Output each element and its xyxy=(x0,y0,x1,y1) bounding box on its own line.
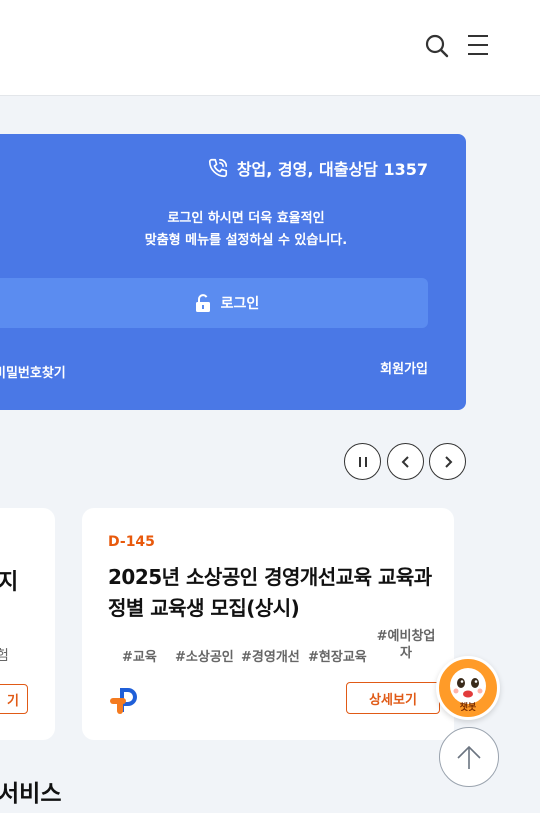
card-main[interactable]: D-145 2025년 소상공인 경영개선교육 교육과정별 교육생 모집(상시)… xyxy=(82,508,454,740)
section-title: 서비스 xyxy=(0,781,62,807)
chevron-left-icon xyxy=(401,455,409,468)
login-message-line1: 로그인 하시면 더욱 효율적인 xyxy=(167,211,325,226)
tag-item[interactable]: #교육 xyxy=(122,646,157,665)
unlock-icon xyxy=(195,294,210,312)
login-message: 로그인 하시면 더욱 효율적인 맞춤형 메뉴를 설정하실 수 있습니다. xyxy=(0,208,466,252)
carousel-next-button[interactable] xyxy=(429,443,466,480)
chatbot-button[interactable]: 챗봇 xyxy=(436,656,500,720)
arrow-up-icon xyxy=(457,745,481,769)
phone-consult[interactable]: 창업, 경영, 대출상담 1357 xyxy=(207,156,428,180)
search-icon[interactable] xyxy=(424,33,450,59)
find-password-link[interactable]: 비밀번호찾기 xyxy=(0,362,66,381)
header xyxy=(0,0,540,96)
carousel-pause-button[interactable] xyxy=(344,443,381,480)
carousel-prev-button[interactable] xyxy=(387,443,424,480)
card-previous[interactable]: 지 험 기 xyxy=(0,508,55,740)
dday-badge: D-145 xyxy=(108,534,155,550)
chatbot-label: 챗봇 xyxy=(459,703,477,713)
login-label: 로그인 xyxy=(220,296,260,312)
tag-item[interactable]: #경영개선 xyxy=(241,646,300,665)
login-card: 창업, 경영, 대출상담 1357 로그인 하시면 더욱 효율적인 맞춤형 메뉴… xyxy=(0,134,466,410)
hamburger-menu-icon[interactable] xyxy=(466,33,490,57)
scroll-top-button[interactable] xyxy=(439,727,499,787)
organization-logo-icon xyxy=(110,688,137,714)
tag-item[interactable]: #예비창업자 xyxy=(374,628,438,662)
login-message-line2: 맞춤형 메뉴를 설정하실 수 있습니다. xyxy=(144,233,348,248)
card-previous-detail-button[interactable]: 기 xyxy=(0,684,28,714)
pause-icon xyxy=(358,456,367,467)
card-previous-tag: 험 xyxy=(0,648,9,664)
chevron-right-icon xyxy=(444,455,452,468)
card-previous-title: 지 xyxy=(0,570,19,595)
signup-link[interactable]: 회원가입 xyxy=(380,358,428,377)
phone-icon xyxy=(208,158,227,178)
login-button[interactable]: 로그인 xyxy=(0,278,428,328)
tag-item[interactable]: #현장교육 xyxy=(308,646,367,665)
phone-text: 창업, 경영, 대출상담 1357 xyxy=(236,160,428,179)
detail-button[interactable]: 상세보기 xyxy=(346,682,440,714)
tag-item[interactable]: #소상공인 xyxy=(175,646,234,665)
card-title[interactable]: 2025년 소상공인 경영개선교육 교육과정별 교육생 모집(상시) xyxy=(108,562,448,624)
